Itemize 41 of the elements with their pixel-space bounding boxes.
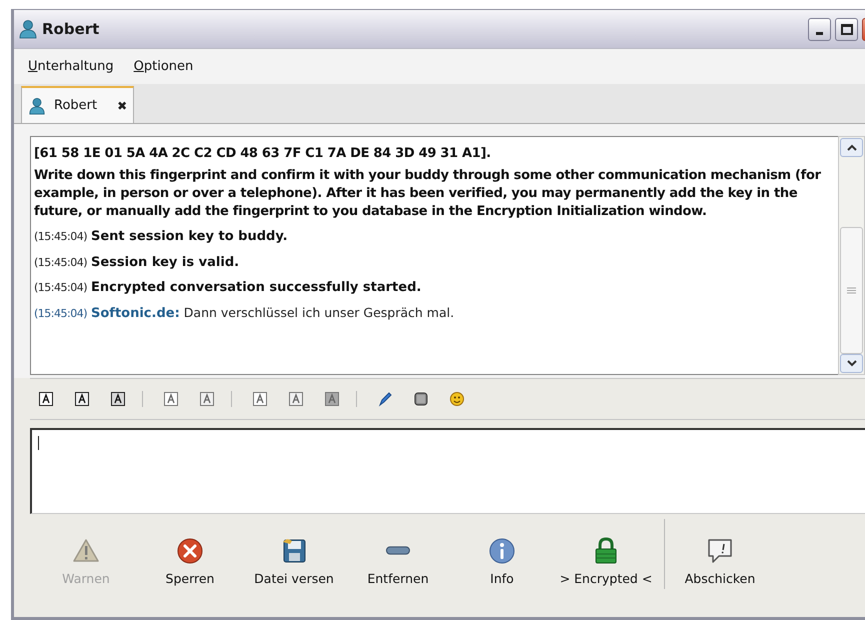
action-button[interactable]: Info xyxy=(450,536,554,589)
status-message: Session key is valid. xyxy=(91,254,240,272)
image-icon[interactable] xyxy=(413,391,429,407)
message-text: Dann verschlüssel ich unser Gespräch mal. xyxy=(184,304,454,322)
scroll-up-button[interactable] xyxy=(840,138,863,157)
minus-icon xyxy=(386,546,410,556)
chat-tab[interactable]: Robert ✖ xyxy=(21,86,134,123)
timestamp: (15:45:04) xyxy=(34,229,87,245)
timestamp: (15:45:04) xyxy=(34,306,87,322)
action-button[interactable]: Datei versen xyxy=(242,536,346,589)
info-icon xyxy=(487,536,517,566)
tab-label: Robert xyxy=(54,96,98,115)
user-icon xyxy=(28,96,46,114)
action-button[interactable]: Sperren xyxy=(138,536,242,589)
action-button[interactable]: Abschicken xyxy=(675,536,765,589)
minimize-button[interactable] xyxy=(808,18,831,40)
smiley-icon[interactable] xyxy=(449,391,465,407)
message-input[interactable] xyxy=(30,428,865,514)
sender-name: Softonic.de: xyxy=(91,304,180,322)
pen-icon[interactable] xyxy=(377,391,393,407)
action-button[interactable]: > Encrypted < xyxy=(554,536,658,589)
timestamp: (15:45:04) xyxy=(34,280,87,296)
status-message: Encrypted conversation successfully started. xyxy=(91,279,422,297)
status-message: Sent session key to buddy. xyxy=(91,228,288,246)
maximize-button[interactable] xyxy=(835,18,858,40)
format-icon[interactable] xyxy=(110,391,126,407)
user-icon xyxy=(18,19,38,39)
format-icon[interactable] xyxy=(38,391,54,407)
scrollbar[interactable] xyxy=(838,136,865,375)
timestamp: (15:45:04) xyxy=(34,254,87,270)
format-icon[interactable] xyxy=(74,391,90,407)
system-message: [61 58 1E 01 5A 4A 2C C2 CD 48 63 7F C1 7A DE 84 3D 49 31 A1]. xyxy=(34,145,492,163)
cancel-icon xyxy=(175,536,205,566)
scroll-thumb[interactable] xyxy=(840,226,863,354)
scroll-down-button[interactable] xyxy=(840,354,863,373)
menu-item[interactable]: Unterhaltung xyxy=(28,56,114,76)
tab-close-button[interactable]: ✖ xyxy=(117,96,128,114)
window-title: Robert xyxy=(42,18,100,40)
action-button[interactable]: Entfernen xyxy=(346,535,450,589)
menu-item[interactable]: Optionen xyxy=(134,56,194,76)
system-message: Write down this fingerprint and confirm it with your buddy through some other communication mechanism (for example, in person or over a telephone). After it has been verified, you may permanently add the key in the future, or manually add the fingerprint to you database in the Encryption Initialization window. xyxy=(34,167,822,221)
